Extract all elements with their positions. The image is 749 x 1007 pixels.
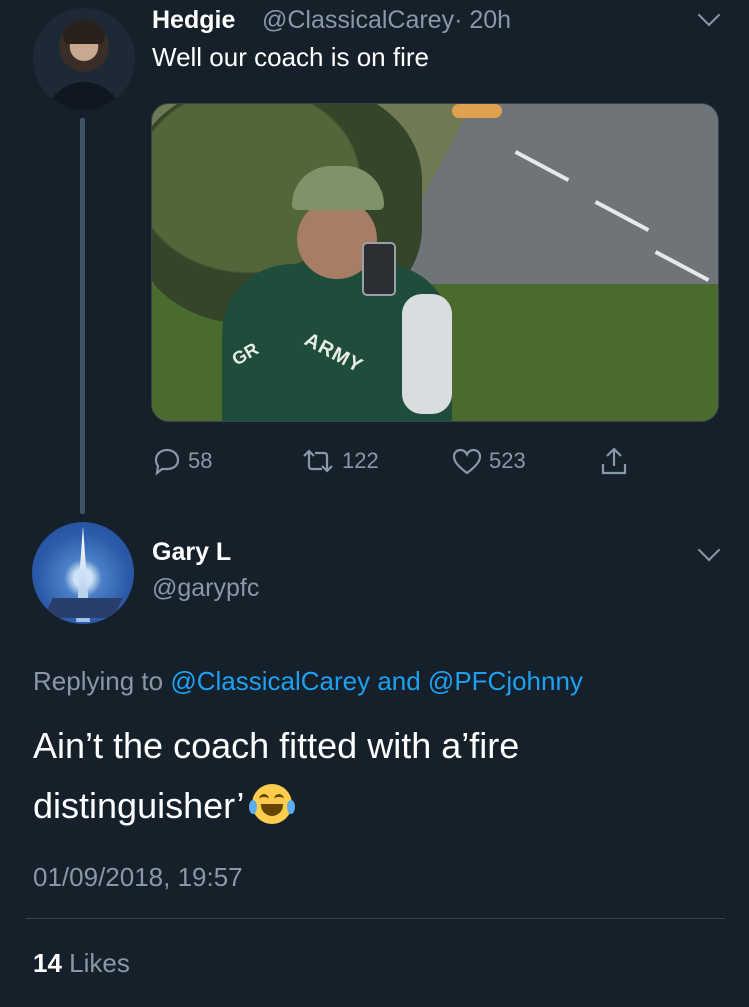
reply-timestamp[interactable]: 01/09/2018, 19:57 <box>33 862 243 893</box>
photo-phone <box>362 242 396 296</box>
thread-line <box>80 118 85 514</box>
reply-count: 58 <box>188 448 213 473</box>
author-handle-time: @ClassicalCarey· 20h <box>262 6 511 35</box>
share-button[interactable] <box>598 445 630 477</box>
chevron-down-icon[interactable] <box>697 3 721 27</box>
avatar-base <box>43 598 123 618</box>
like-count: 523 <box>489 448 526 473</box>
heart-icon <box>452 448 482 475</box>
tweet-photo[interactable]: GR ARMY <box>151 103 719 422</box>
tweet-time: · 20h <box>454 6 512 34</box>
likes-label: Likes <box>69 948 130 978</box>
replying-prefix: Replying to <box>33 666 171 696</box>
reply-author-name[interactable]: Gary L <box>152 538 231 567</box>
like-button[interactable]: 523 <box>451 445 526 477</box>
likes-count: 14 <box>33 948 62 978</box>
retweet-count: 122 <box>342 448 379 473</box>
retweet-button[interactable]: 122 <box>300 445 379 477</box>
author-name[interactable]: Hedgie <box>152 6 235 35</box>
avatar-shoulders <box>45 82 123 110</box>
replying-and: and <box>370 666 428 696</box>
likes-stat[interactable]: 14 Likes <box>33 948 130 979</box>
mention-link[interactable]: @PFCjohnny <box>428 666 583 696</box>
chevron-down-icon[interactable] <box>697 538 721 562</box>
tweet-text: Well our coach is on fire <box>152 42 429 72</box>
mention-link[interactable]: @ClassicalCarey <box>170 666 370 696</box>
retweet-icon <box>303 449 333 473</box>
share-icon <box>601 447 627 475</box>
reply-text-container: Ain’t the coach fitted with a’fire disti… <box>33 716 723 836</box>
photo-fire <box>452 104 502 118</box>
face-with-tears-of-joy-icon <box>249 784 296 825</box>
reply-avatar[interactable] <box>32 522 134 624</box>
reply-icon <box>154 448 180 476</box>
reply-button[interactable]: 58 <box>152 445 212 477</box>
avatar[interactable] <box>33 8 135 110</box>
divider <box>26 918 725 919</box>
avatar-hair <box>63 20 105 44</box>
replying-to: Replying to @ClassicalCarey and @PFCjohn… <box>33 666 583 697</box>
photo-person-sleeve <box>402 294 452 414</box>
author-handle[interactable]: @ClassicalCarey <box>262 6 454 34</box>
reply-author-handle[interactable]: @garypfc <box>152 574 259 603</box>
